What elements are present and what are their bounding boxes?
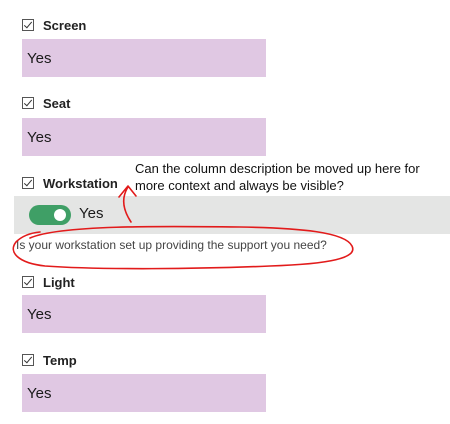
annotation-arrow [118,185,137,223]
annotation-circle [12,225,354,270]
annotation-overlay [12,185,354,270]
